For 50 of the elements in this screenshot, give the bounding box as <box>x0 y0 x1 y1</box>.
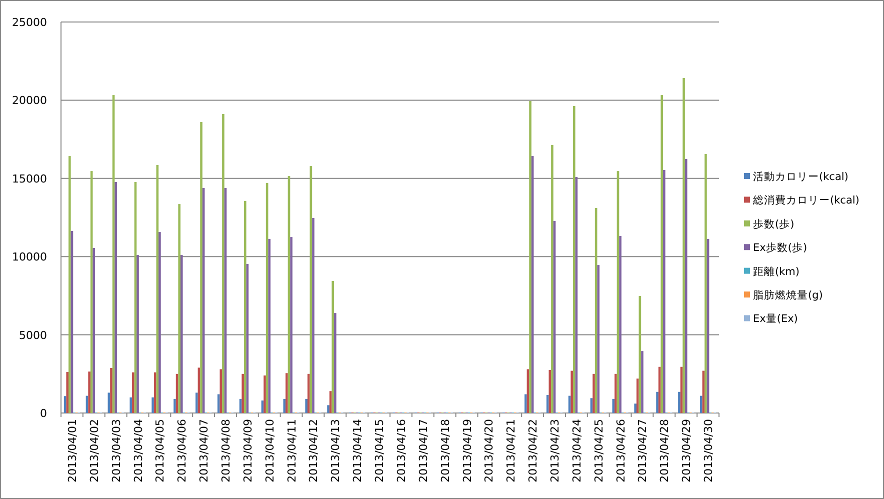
x-tick-label: 2013/04/23 <box>548 419 562 482</box>
x-tick-label: 2013/04/17 <box>416 419 430 482</box>
legend-label: 歩数(歩) <box>753 218 794 230</box>
x-tick-label: 2013/04/24 <box>570 419 584 482</box>
legend-swatch <box>744 268 750 274</box>
legend-swatch <box>744 220 750 226</box>
legend-swatch <box>744 292 750 298</box>
x-tick-label: 2013/04/01 <box>66 419 79 482</box>
x-tick-label: 2013/04/04 <box>132 419 145 482</box>
x-tick-label: 2013/04/18 <box>438 419 452 482</box>
x-tick-label: 2013/04/09 <box>241 419 254 482</box>
x-tick-label: 2013/04/07 <box>198 419 211 482</box>
legend-label: Ex量(Ex) <box>753 313 798 326</box>
x-tick-label: 2013/04/14 <box>351 419 364 482</box>
x-tick-label: 2013/04/06 <box>176 419 189 482</box>
y-tick-label: 20000 <box>12 94 47 108</box>
x-tick-label: 2013/04/19 <box>460 419 474 482</box>
y-tick-label: 10000 <box>12 250 47 264</box>
legend-label: 総消費カロリー(kcal) <box>753 194 860 207</box>
x-tick-label: 2013/04/30 <box>702 419 716 482</box>
x-tick-label: 2013/04/10 <box>263 419 276 482</box>
legend-label: Ex歩数(歩) <box>753 242 808 254</box>
y-tick-label: 5000 <box>19 328 47 342</box>
x-tick-label: 2013/04/25 <box>592 419 606 482</box>
legend-swatch <box>744 244 750 250</box>
x-tick-label: 2013/04/22 <box>526 419 540 482</box>
legend-label: 脂肪燃焼量(g) <box>753 290 823 302</box>
y-tick-label: 0 <box>40 407 47 420</box>
x-tick-label: 2013/04/27 <box>636 419 650 482</box>
x-tick-label: 2013/04/11 <box>285 419 298 482</box>
legend-label: 距離(km) <box>753 266 800 278</box>
x-tick-label: 2013/04/16 <box>394 419 408 482</box>
x-tick-label: 2013/04/03 <box>110 419 123 482</box>
x-tick-label: 2013/04/26 <box>614 419 628 482</box>
x-tick-label: 2013/04/08 <box>220 419 232 482</box>
x-tick-label: 2013/04/13 <box>329 419 342 482</box>
legend-swatch <box>744 173 750 179</box>
x-tick-label: 2013/04/20 <box>482 419 496 482</box>
x-tick-label: 2013/04/21 <box>504 419 518 482</box>
x-tick-label: 2013/04/15 <box>373 419 386 482</box>
x-tick-label: 2013/04/28 <box>658 419 672 482</box>
x-tick-label: 2013/04/29 <box>680 419 694 482</box>
legend-swatch <box>744 315 750 322</box>
legend-swatch <box>744 196 750 203</box>
y-tick-label: 25000 <box>12 16 47 29</box>
x-tick-label: 2013/04/12 <box>307 419 320 482</box>
legend-label: 活動カロリー(kcal) <box>753 171 848 183</box>
y-tick-label: 15000 <box>12 172 47 186</box>
x-tick-label: 2013/04/02 <box>88 419 101 482</box>
x-tick-label: 2013/04/05 <box>154 419 167 482</box>
